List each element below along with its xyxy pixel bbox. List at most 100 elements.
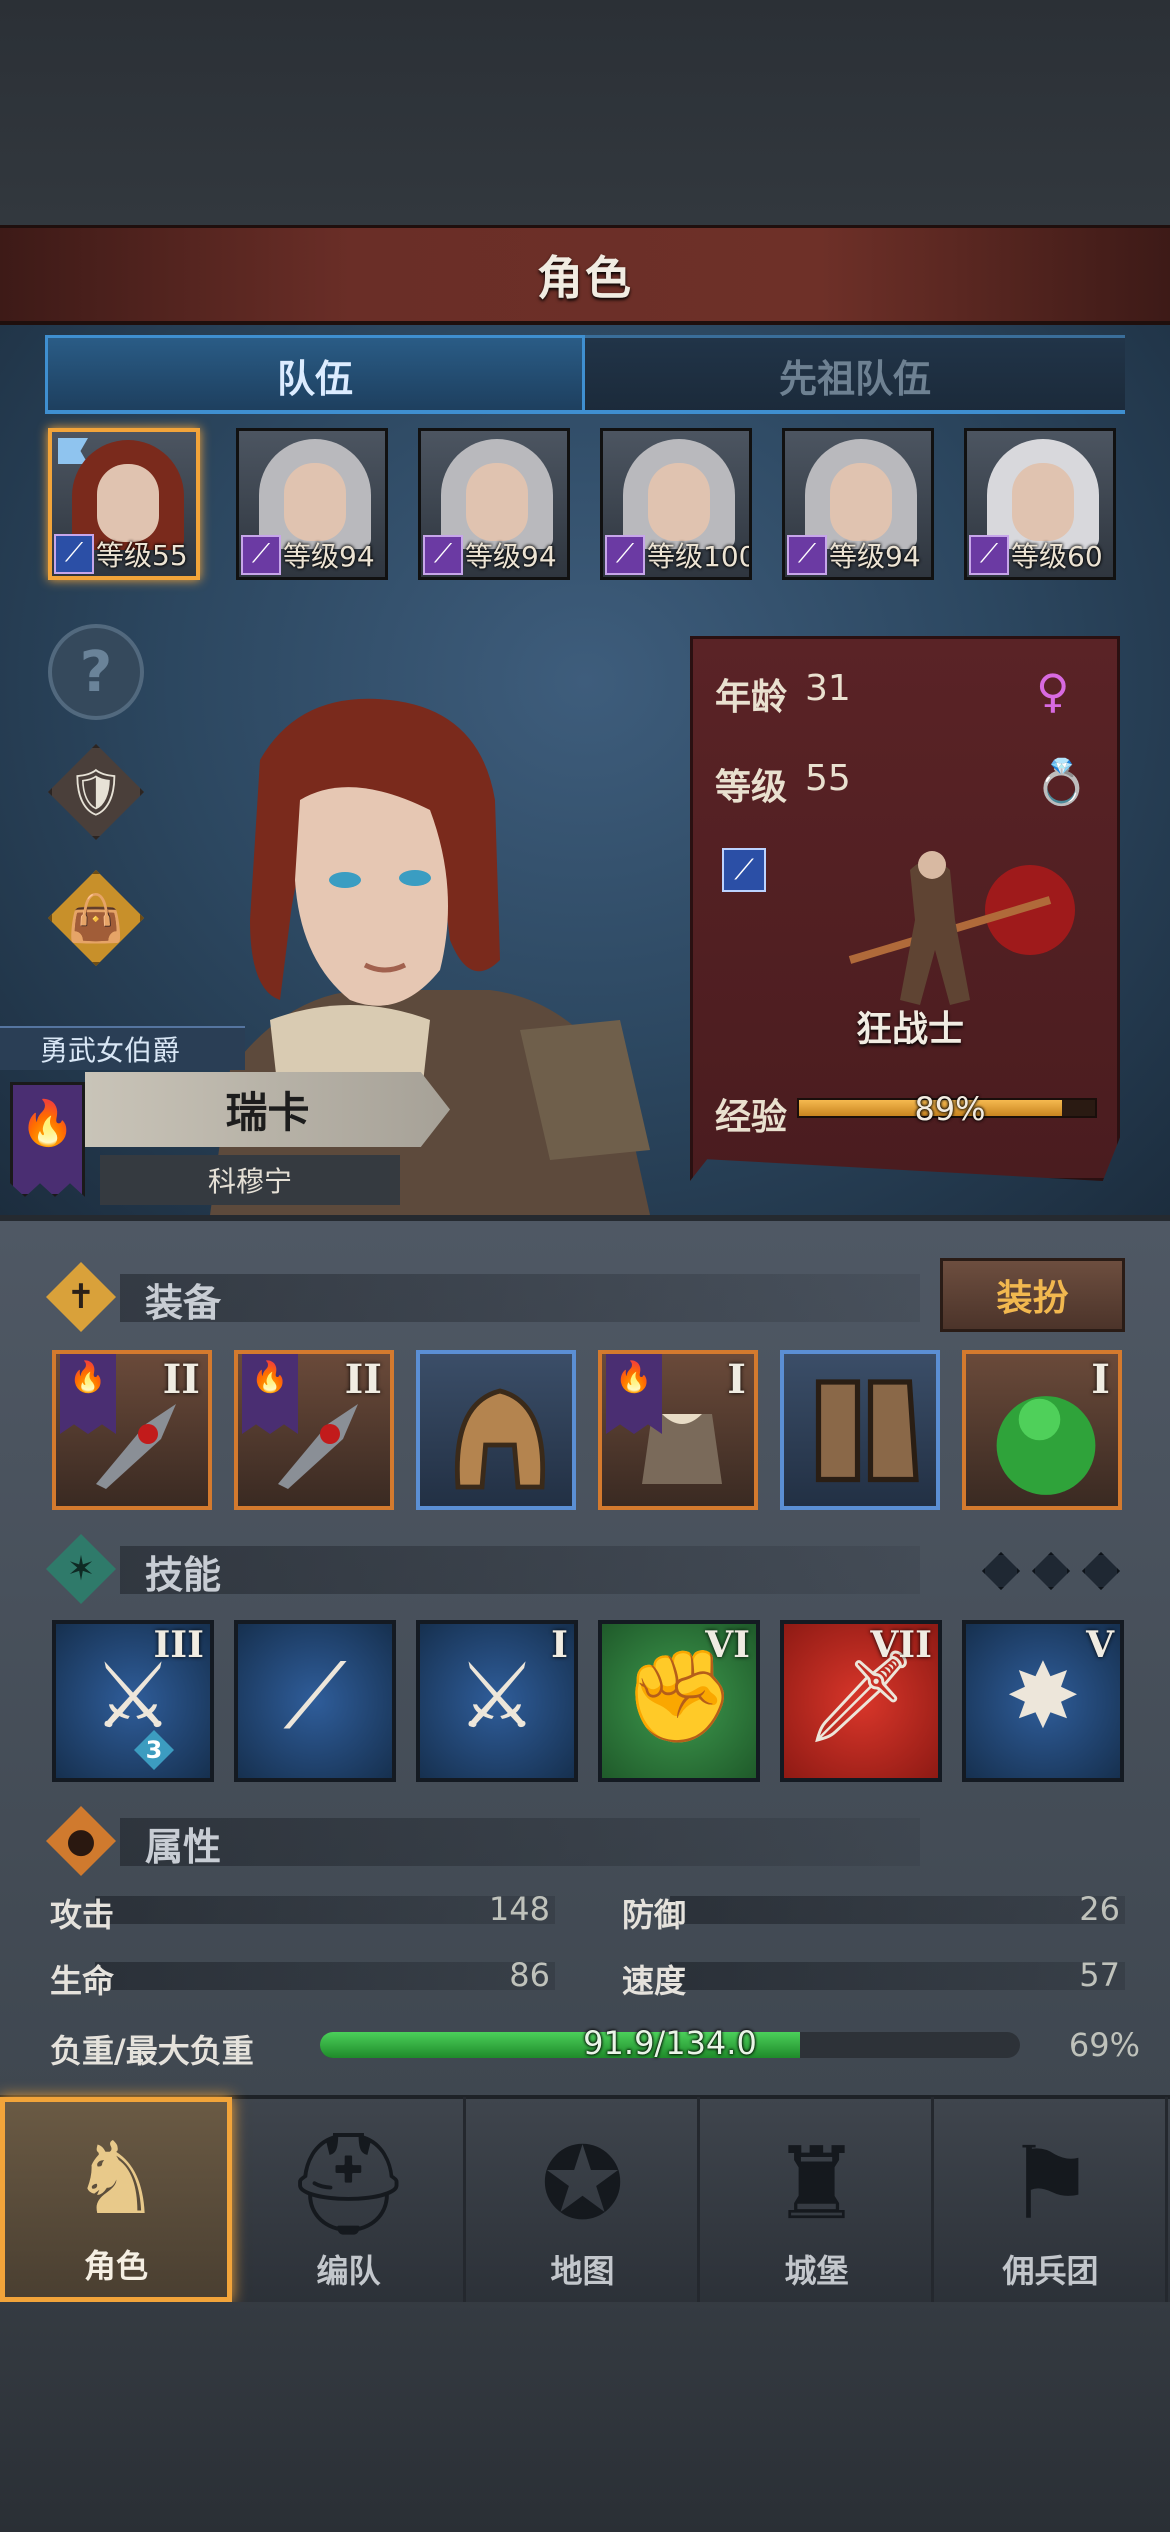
skills-title: 技能 — [145, 1553, 222, 1597]
equipment-slot[interactable]: 🔥 I — [598, 1350, 758, 1510]
class-icon: ⟋ — [969, 535, 1009, 575]
class-icon: ⟋ — [241, 535, 281, 575]
skill-icon: ⟋ — [283, 1644, 347, 1749]
hero-level: 等级60 — [1011, 540, 1103, 573]
nav-mercenary[interactable]: ⚑ 佣兵团 — [936, 2097, 1168, 2302]
nav-castle[interactable]: ♜ 城堡 — [702, 2097, 934, 2302]
skill-slot[interactable]: 🗡 VII — [780, 1620, 942, 1782]
load-label: 负重/最大负重 — [50, 2032, 254, 2070]
class-icon: ⟋ — [54, 534, 94, 574]
skill-rank: I — [551, 1624, 568, 1666]
flame-icon: 🔥 — [20, 1098, 75, 1149]
skill-slot[interactable]: ✊ VI — [598, 1620, 760, 1782]
skill-rank: VII — [870, 1624, 932, 1666]
hero-title: 勇武女伯爵 — [0, 1026, 245, 1070]
defense-label: 防御 — [622, 1896, 687, 1934]
nav-label: 编队 — [316, 2252, 381, 2290]
equipment-slot[interactable] — [780, 1350, 940, 1510]
exp-label: 经验 — [715, 1097, 788, 1138]
hero-slot[interactable]: ⟋ 等级94 — [236, 428, 388, 580]
top-backdrop — [0, 0, 1170, 225]
equipment-slot[interactable] — [416, 1350, 576, 1510]
class-icon: ⟋ — [605, 535, 645, 575]
age-value: 31 — [805, 668, 851, 709]
equipment-title: 装备 — [145, 1281, 222, 1325]
class-icon: ⟋ — [423, 535, 463, 575]
help-button[interactable]: ? — [48, 624, 144, 720]
exp-value: 89% — [914, 1090, 986, 1128]
defense-value: 26 — [1079, 1890, 1120, 1928]
nav-knight[interactable]: ♞ 角色 — [0, 2097, 232, 2302]
hero-face — [466, 463, 528, 541]
hero-slot[interactable]: ⟋ 等级94 — [782, 428, 934, 580]
mercenary-icon: ⚑ — [1005, 2125, 1096, 2242]
hero-level: 等级94 — [283, 540, 375, 573]
health-value: 86 — [509, 1956, 550, 1994]
speed-label: 速度 — [622, 1962, 687, 2000]
hero-origin: 科穆宁 — [100, 1155, 400, 1205]
nav-label: 地图 — [550, 2252, 615, 2290]
hero-slot[interactable]: ⟋ 等级94 — [418, 428, 570, 580]
equipment-slot[interactable]: I — [962, 1350, 1122, 1510]
skill-slot[interactable]: ⟋ — [234, 1620, 396, 1782]
hero-name: 瑞卡 — [225, 1088, 310, 1137]
equipment-header-band — [120, 1274, 920, 1322]
bottom-backdrop — [0, 2302, 1170, 2532]
helmet-icon: ⛑ — [285, 2125, 412, 2242]
equipment-slot[interactable]: 🔥 II — [234, 1350, 394, 1510]
attributes-title: 属性 — [145, 1825, 222, 1869]
class-icon: ⟋ — [722, 848, 766, 892]
speed-value: 57 — [1079, 1956, 1120, 1994]
flame-icon: 🔥 — [60, 1354, 116, 1434]
hero-slot[interactable]: ⟋ 等级60 — [964, 428, 1116, 580]
hero-level: 等级55 — [96, 539, 188, 572]
attack-value: 148 — [488, 1890, 550, 1928]
nav-label: 角色 — [83, 2247, 148, 2285]
equipment-rank: I — [1091, 1356, 1110, 1403]
level-value: 55 — [805, 758, 851, 799]
load-value: 91.9/134.0 — [583, 2024, 757, 2062]
class-icon: ⟋ — [787, 535, 827, 575]
hero-slot[interactable]: ⟋ 等级100 — [600, 428, 752, 580]
hero-slot[interactable]: ⟋ 等级55 — [48, 428, 200, 580]
hero-level: 等级100 — [647, 540, 752, 573]
castle-icon: ♜ — [771, 2125, 862, 2242]
ring-icon: 💍 — [1034, 757, 1089, 808]
flame-icon: 🔥 — [242, 1354, 298, 1434]
skill-rank: V — [1086, 1624, 1114, 1666]
class-name: 狂战士 — [855, 1009, 964, 1050]
tab-team[interactable]: 队伍 — [45, 335, 585, 413]
skill-slot[interactable]: ⚔ III 3 — [52, 1620, 214, 1782]
map-compass-icon: ✪ — [540, 2125, 625, 2242]
hero-level: 等级94 — [829, 540, 921, 573]
nav-map-compass[interactable]: ✪ 地图 — [468, 2097, 700, 2302]
flame-icon: 🔥 — [606, 1354, 662, 1434]
hero-face — [1012, 463, 1074, 541]
equipment-rank: II — [162, 1356, 200, 1403]
skill-slot[interactable]: ⚔ I — [416, 1620, 578, 1782]
hero-face — [648, 463, 710, 541]
knight-icon: ♞ — [71, 2120, 161, 2237]
dress-up-button[interactable]: 装扮 — [940, 1258, 1125, 1332]
hero-face — [830, 463, 892, 541]
load-percent: 69% — [1068, 2026, 1140, 2064]
level-label: 等级 — [715, 767, 788, 808]
equipment-slot[interactable]: 🔥 II — [52, 1350, 212, 1510]
equipment-rank: I — [727, 1356, 746, 1403]
tab-ancestor-team[interactable]: 先祖队伍 — [585, 335, 1125, 413]
skill-rank: III — [153, 1624, 204, 1666]
hero-nameplate[interactable]: 瑞卡 — [85, 1072, 450, 1147]
skill-slot[interactable]: ✸ V — [962, 1620, 1124, 1782]
equipment-rank: II — [344, 1356, 382, 1403]
house-banner: 🔥 — [10, 1082, 85, 1197]
age-label: 年龄 — [715, 677, 788, 718]
skill-rank: VI — [705, 1624, 750, 1666]
nav-helmet[interactable]: ⛑ 编队 — [234, 2097, 466, 2302]
page-title: 角色 — [537, 250, 633, 305]
gear-icon: 🛡 — [66, 764, 126, 819]
attack-label: 攻击 — [50, 1896, 115, 1934]
nav-label: 佣兵团 — [1002, 2252, 1099, 2290]
hero-level: 等级94 — [465, 540, 557, 573]
female-icon: ♀ — [1036, 664, 1070, 718]
hero-face — [284, 463, 346, 541]
